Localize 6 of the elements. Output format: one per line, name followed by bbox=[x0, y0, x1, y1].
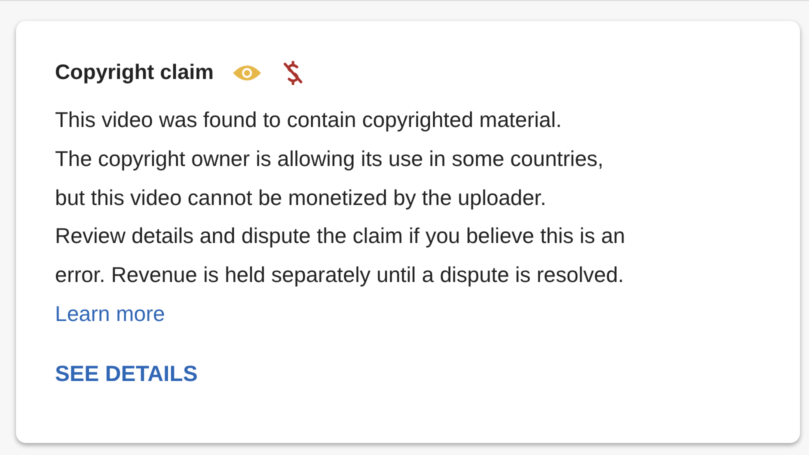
claim-title: Copyright claim bbox=[55, 61, 214, 85]
no-dollar-icon bbox=[282, 61, 304, 85]
eye-icon bbox=[232, 64, 262, 82]
learn-more-link[interactable]: Learn more bbox=[55, 302, 165, 327]
claim-message: This video was found to contain copyrighted material. The copyright owner is allowing its use in some countries, but this video cannot be monetized by the uploader. Review details and dispute the claim if you believe this is an error. Revenue is held separately until a dispute is resolved. bbox=[55, 107, 626, 290]
see-details-button[interactable]: SEE DETAILS bbox=[55, 360, 198, 387]
